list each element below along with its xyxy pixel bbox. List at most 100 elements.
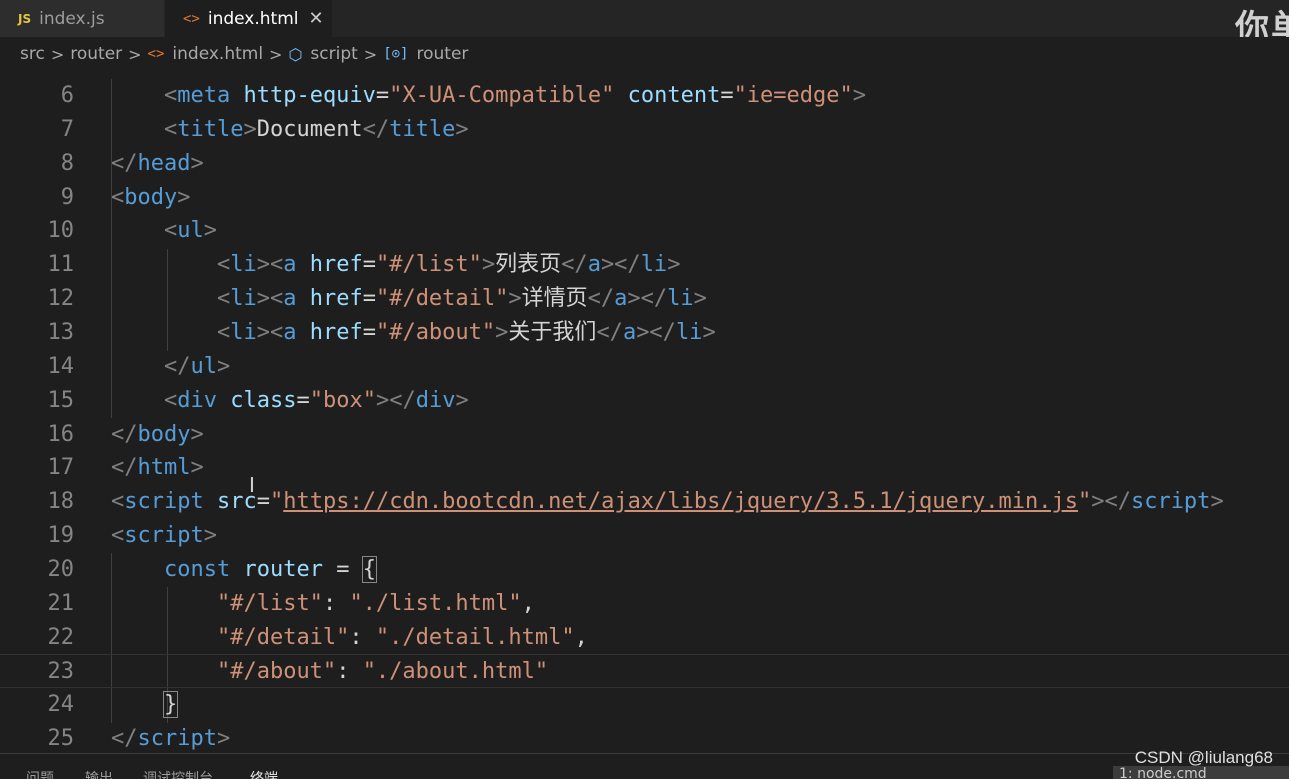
code-line[interactable]: 6 <meta http-equiv="X-UA-Compatible" con…	[0, 79, 1289, 113]
breadcrumb-item-router-folder[interactable]: router	[70, 44, 122, 64]
tab-debug-console[interactable]: 调试控制台	[143, 768, 213, 779]
code-token: </	[561, 252, 588, 278]
code-token: :	[349, 624, 376, 650]
code-line[interactable]: 11 <li><a href="#/list">列表页</a></li>	[0, 248, 1289, 282]
tab-problems[interactable]: 问题	[26, 768, 54, 779]
code-token: script	[1130, 489, 1211, 515]
code-token: >	[203, 523, 217, 549]
code-line[interactable]: 21 "#/list": "./list.html",	[0, 587, 1289, 621]
code-token: =	[362, 319, 376, 345]
code-token: =	[362, 252, 376, 278]
line-number: 20	[47, 556, 75, 582]
code-token: >	[243, 116, 257, 142]
code-line[interactable]: 25 </script>	[0, 722, 1289, 753]
line-number: 13	[47, 319, 75, 345]
code-token: <	[111, 523, 125, 549]
code-line[interactable]: 22 "#/detail": "./detail.html",	[0, 621, 1289, 655]
code-line[interactable]: 17 </html>	[0, 451, 1289, 485]
code-token: script	[124, 523, 204, 549]
line-number: 8	[60, 150, 74, 176]
breadcrumb-item-src[interactable]: src	[20, 44, 45, 64]
javascript-file-icon: JS	[18, 11, 32, 26]
code-line[interactable]: 7 <title>Document</title>	[0, 113, 1289, 147]
code-token: <	[111, 286, 231, 312]
code-token: http-equiv	[243, 83, 376, 108]
code-token: >	[190, 150, 204, 176]
code-text: <li><a href="#/about">关于我们</a></li>	[111, 316, 716, 350]
code-token: ></	[600, 252, 641, 278]
code-token: }	[162, 691, 179, 719]
code-editor[interactable]: 6 <meta http-equiv="X-UA-Compatible" con…	[0, 71, 1289, 753]
code-text: <li><a href="#/list">列表页</a></li>	[111, 248, 680, 282]
code-token: ,	[574, 624, 588, 650]
code-token: =	[362, 286, 376, 312]
code-token: 关于我们	[508, 319, 597, 345]
tab-terminal[interactable]: 终端	[250, 768, 278, 779]
code-line[interactable]: 8 </head>	[0, 147, 1289, 181]
code-text: </head>	[111, 147, 204, 181]
close-icon[interactable]: ✕	[309, 8, 324, 29]
tab-index-js[interactable]: JS index.js	[0, 0, 164, 37]
tab-label: index.html	[207, 8, 299, 29]
code-line[interactable]: 10 <ul>	[0, 214, 1289, 248]
code-line[interactable]: 15 <div class="box"></div>	[0, 384, 1289, 418]
code-token: ><	[256, 319, 284, 345]
code-token: ul	[190, 353, 217, 379]
variable-icon: [⊙]	[383, 46, 409, 62]
code-token: title	[177, 116, 244, 142]
code-token: <	[111, 116, 178, 142]
tab-index-html[interactable]: <> index.html ✕	[165, 0, 332, 37]
code-line[interactable]: 9 <body>	[0, 181, 1289, 215]
code-line[interactable]: 23 "#/about": "./about.html"	[0, 654, 1289, 689]
code-token: 详情页	[521, 286, 588, 312]
code-token: ><	[256, 286, 284, 312]
code-token: router	[243, 556, 323, 582]
code-token: Document	[256, 116, 363, 142]
code-token: <	[111, 218, 178, 244]
code-token: </	[111, 353, 191, 379]
code-token: title	[389, 116, 456, 142]
code-line[interactable]: 16 </body>	[0, 418, 1289, 452]
bottom-panel: 问题 输出 调试控制台 终端 1: node.cmd	[0, 753, 1289, 779]
code-line[interactable]: 14 </ul>	[0, 350, 1289, 384]
code-token: ></	[375, 387, 416, 413]
code-line[interactable]: 12 <li><a href="#/detail">详情页</a></li>	[0, 282, 1289, 316]
code-line[interactable]: 18 <script src="https://cdn.bootcdn.net/a…	[0, 485, 1289, 519]
code-token: "#/detail"	[216, 624, 350, 650]
line-number: 16	[47, 421, 75, 447]
chevron-right-icon: >	[128, 44, 142, 64]
code-token: </	[587, 286, 615, 312]
code-text: <script src="https://cdn.bootcdn.net/aja…	[111, 485, 1224, 519]
breadcrumb-item-script[interactable]: script	[310, 44, 357, 64]
code-token: >	[508, 286, 522, 312]
line-number: 18	[47, 489, 75, 515]
code-token: </	[111, 455, 138, 481]
code-line[interactable]: 19 <script>	[0, 519, 1289, 553]
code-line[interactable]: 20 const router = {	[0, 553, 1289, 587]
csdn-watermark: CSDN @liulang68	[1134, 748, 1273, 767]
line-number: 23	[47, 659, 75, 685]
code-token: meta	[177, 83, 231, 108]
code-token: </	[596, 319, 623, 345]
code-line[interactable]: 24 }	[0, 688, 1289, 722]
code-token: <	[111, 319, 231, 345]
breadcrumb-item-router-symbol[interactable]: router	[417, 44, 469, 64]
code-line[interactable]: 13 <li><a href="#/about">关于我们</a></li>	[0, 316, 1289, 350]
code-token: "./about.html"	[362, 659, 549, 685]
code-text: "#/about": "./about.html"	[111, 655, 548, 689]
tab-output[interactable]: 输出	[85, 768, 113, 779]
code-text: <div class="box"></div>	[111, 384, 469, 418]
breadcrumb-item-file[interactable]: index.html	[172, 44, 263, 64]
code-token: =	[296, 387, 310, 413]
code-token: li	[230, 252, 257, 278]
code-token: div	[415, 387, 456, 413]
code-token: const	[163, 556, 231, 582]
code-token: >	[455, 116, 469, 142]
code-token: head	[137, 150, 191, 176]
code-token: >	[203, 218, 217, 244]
